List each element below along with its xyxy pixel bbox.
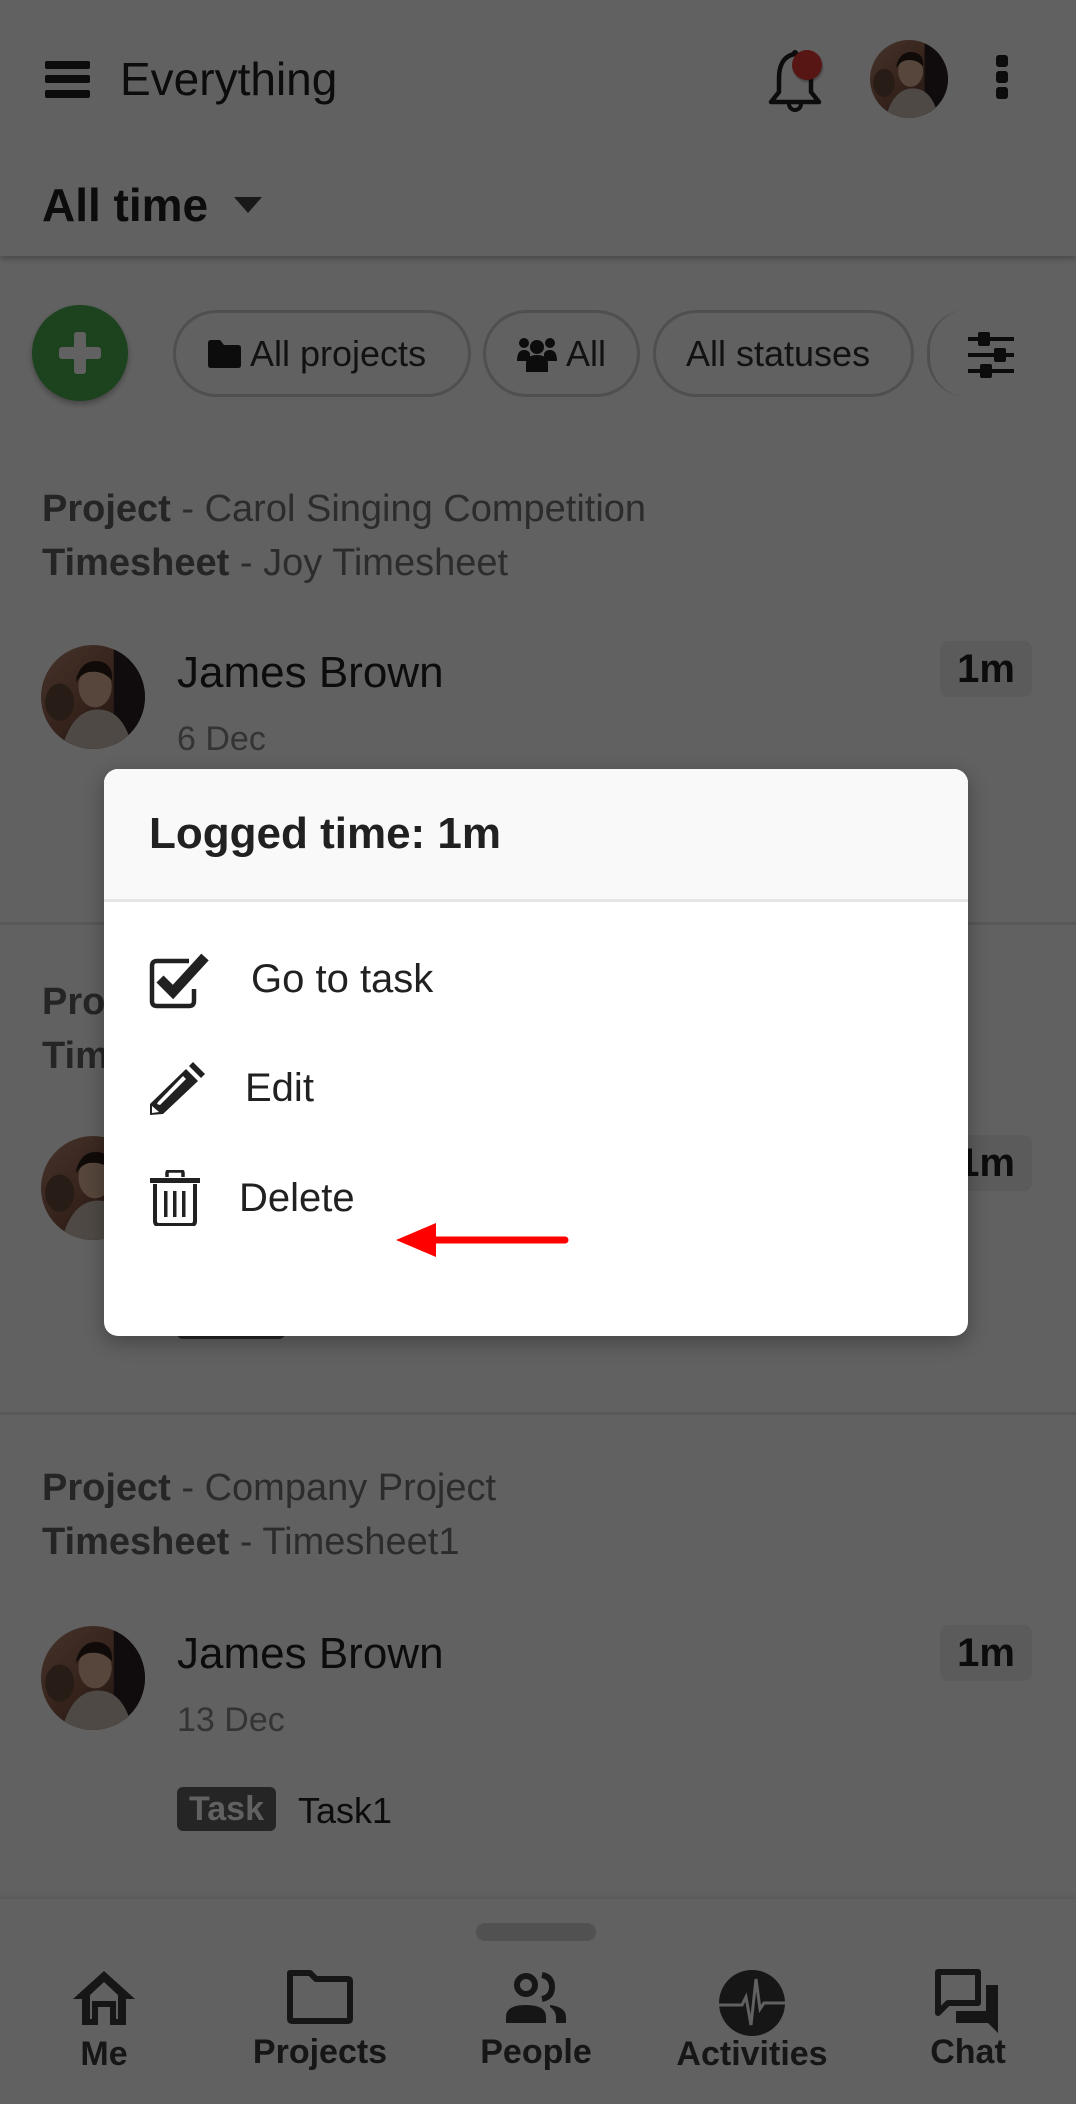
- delete-label: Delete: [239, 1175, 355, 1220]
- pencil-icon: [150, 1062, 205, 1115]
- checkbox-checked-icon: [149, 953, 209, 1009]
- annotation-arrow-icon: [396, 1223, 569, 1257]
- go-to-task-button[interactable]: Go to task: [148, 934, 928, 1024]
- dialog-header: Logged time: 1m: [104, 769, 968, 902]
- edit-label: Edit: [245, 1065, 314, 1110]
- trash-icon: [150, 1170, 200, 1226]
- go-to-task-label: Go to task: [251, 956, 434, 1001]
- dialog-title: Logged time: 1m: [149, 809, 502, 858]
- edit-button[interactable]: Edit: [148, 1043, 928, 1133]
